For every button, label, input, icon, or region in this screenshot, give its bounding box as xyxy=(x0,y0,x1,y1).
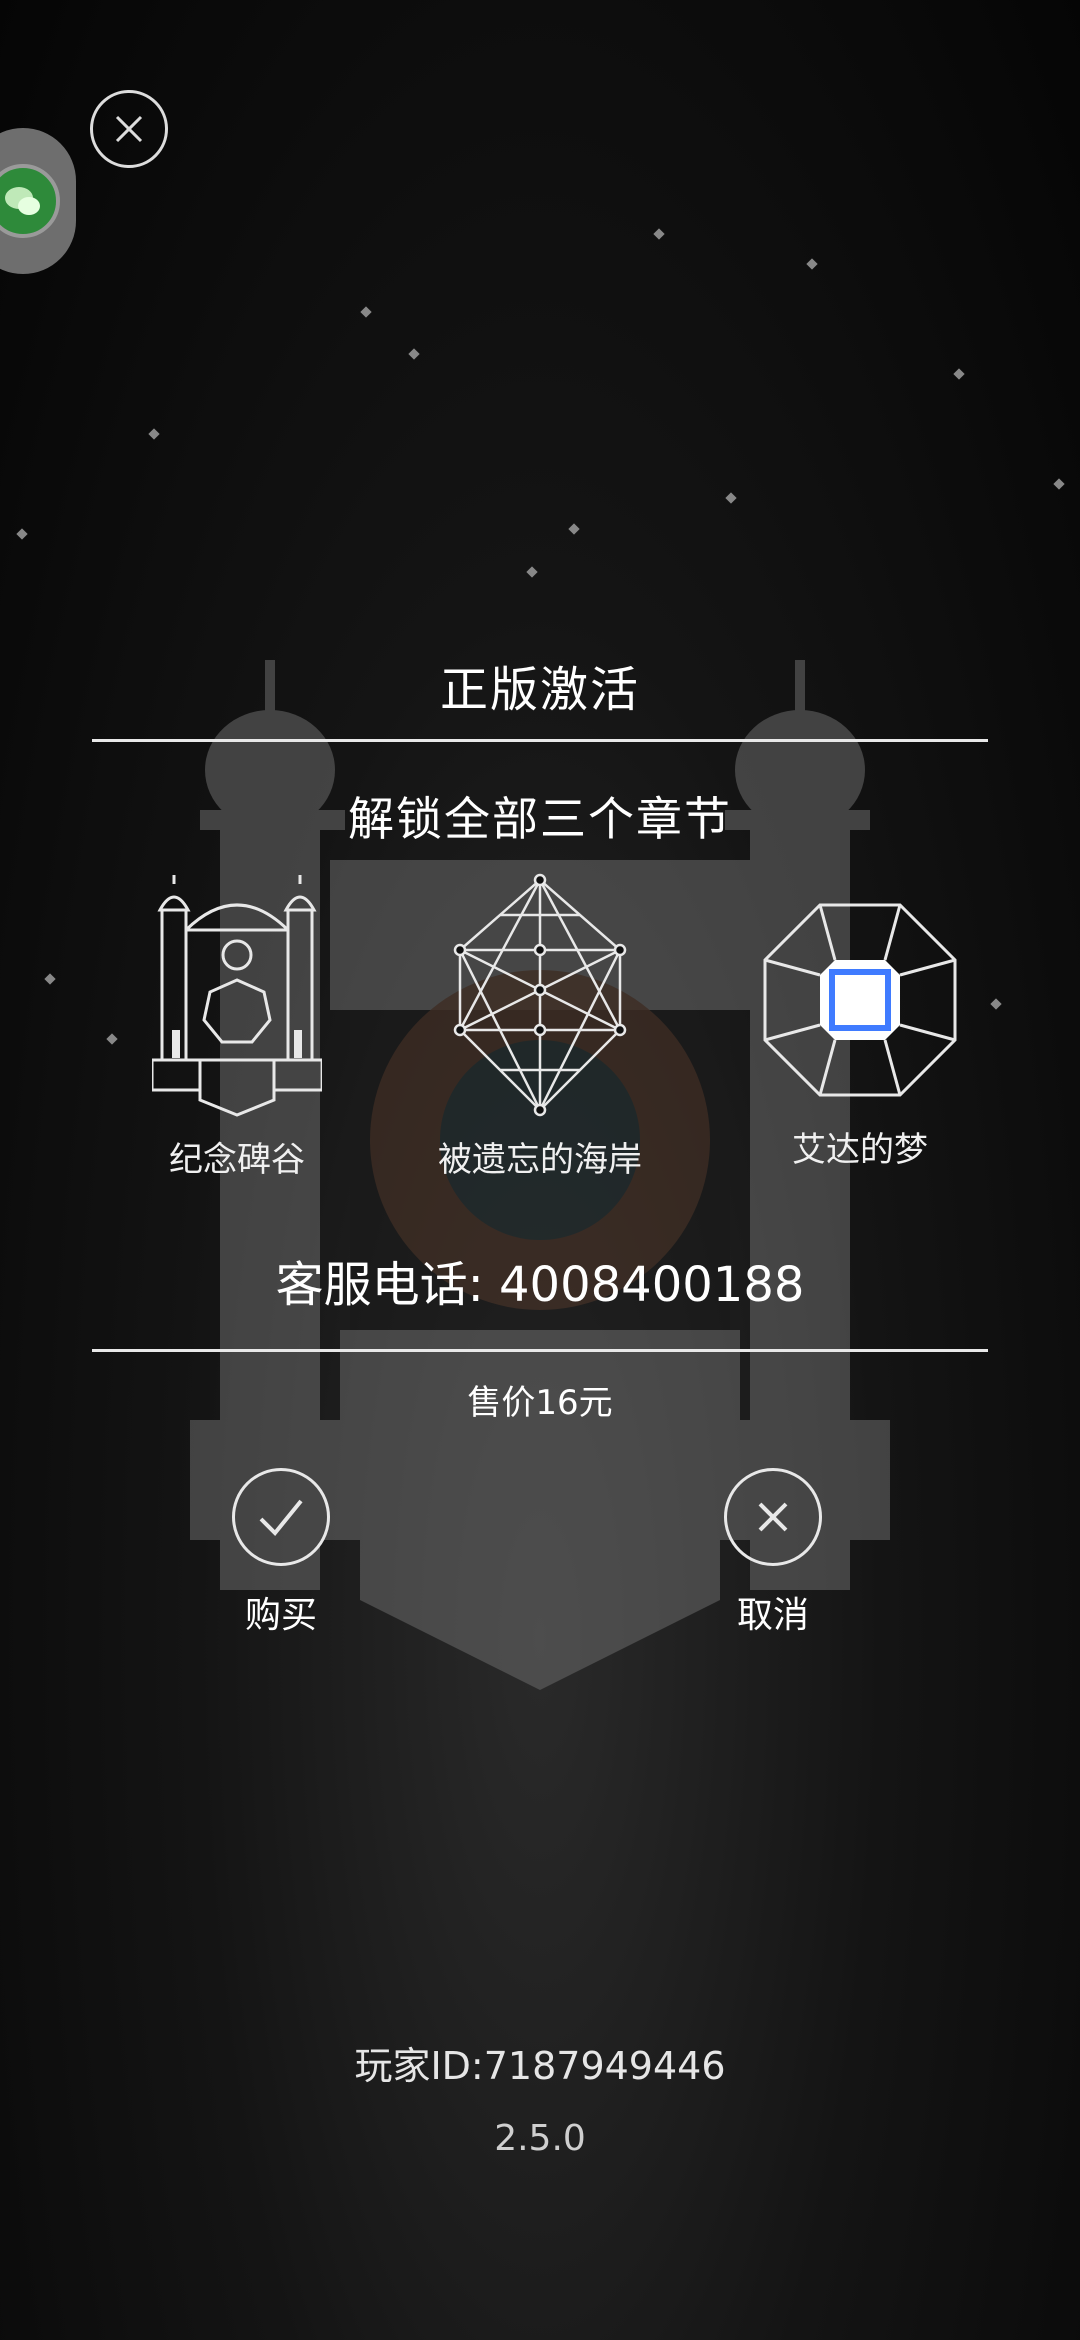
unlock-subtitle: 解锁全部三个章节 xyxy=(348,792,732,846)
chapter-label: 纪念碑谷 xyxy=(169,1140,305,1180)
close-icon xyxy=(115,115,143,143)
buy-button[interactable]: 购买 xyxy=(211,1468,351,1638)
customer-service-phone: 客服电话: 4008400188 xyxy=(275,1257,805,1313)
app-version: 2.5.0 xyxy=(494,2118,586,2159)
dialog-title: 正版激活 xyxy=(439,662,640,718)
player-id: 玩家ID:7187949446 xyxy=(354,2044,726,2088)
chapter-monument-valley: 纪念碑谷 xyxy=(87,870,387,1181)
chapter-forgotten-shores: 被遗忘的海岸 xyxy=(390,870,690,1181)
wechat-floating-button[interactable] xyxy=(0,128,76,274)
check-icon xyxy=(232,1468,330,1566)
octagon-square-icon xyxy=(763,903,957,1097)
temple-icon xyxy=(152,875,322,1117)
cancel-label: 取消 xyxy=(736,1595,809,1636)
chapter-label: 艾达的梦 xyxy=(792,1130,928,1170)
wechat-icon xyxy=(0,164,60,238)
sacred-geometry-icon xyxy=(453,873,627,1117)
price-text: 售价16元 xyxy=(467,1383,613,1423)
price-divider xyxy=(92,1349,988,1352)
buy-label: 购买 xyxy=(244,1595,317,1636)
title-divider xyxy=(92,739,988,742)
chapter-idas-dream: 艾达的梦 xyxy=(710,870,1010,1171)
close-button[interactable] xyxy=(90,90,168,168)
close-circle-icon xyxy=(724,1468,822,1566)
cancel-button[interactable]: 取消 xyxy=(703,1468,843,1638)
chapter-label: 被遗忘的海岸 xyxy=(438,1140,642,1180)
